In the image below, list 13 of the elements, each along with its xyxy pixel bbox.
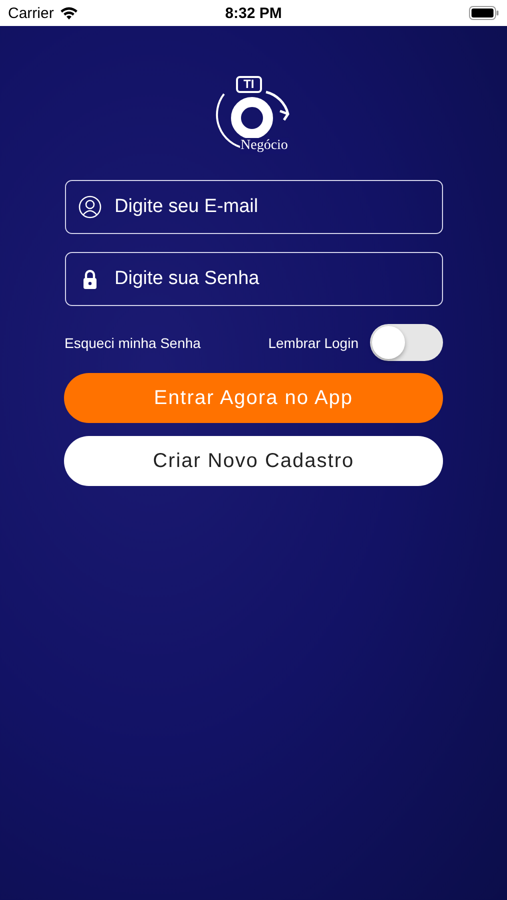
logo-badge: TI bbox=[236, 76, 262, 93]
password-field[interactable]: Digite sua Senha bbox=[64, 252, 442, 306]
user-icon bbox=[78, 195, 102, 219]
forgot-password-link[interactable]: Esqueci minha Senha bbox=[64, 334, 201, 350]
remember-label: Lembrar Login bbox=[268, 334, 358, 350]
battery-icon bbox=[469, 6, 499, 20]
register-button[interactable]: Criar Novo Cadastro bbox=[64, 436, 443, 486]
wifi-icon bbox=[60, 6, 78, 20]
carrier-label: Carrier bbox=[8, 4, 54, 22]
logo-text: Negócio bbox=[240, 138, 289, 154]
remember-toggle[interactable] bbox=[370, 324, 442, 361]
email-field[interactable]: Digite seu E-mail bbox=[64, 180, 442, 234]
clock-label: 8:32 PM bbox=[225, 4, 282, 22]
